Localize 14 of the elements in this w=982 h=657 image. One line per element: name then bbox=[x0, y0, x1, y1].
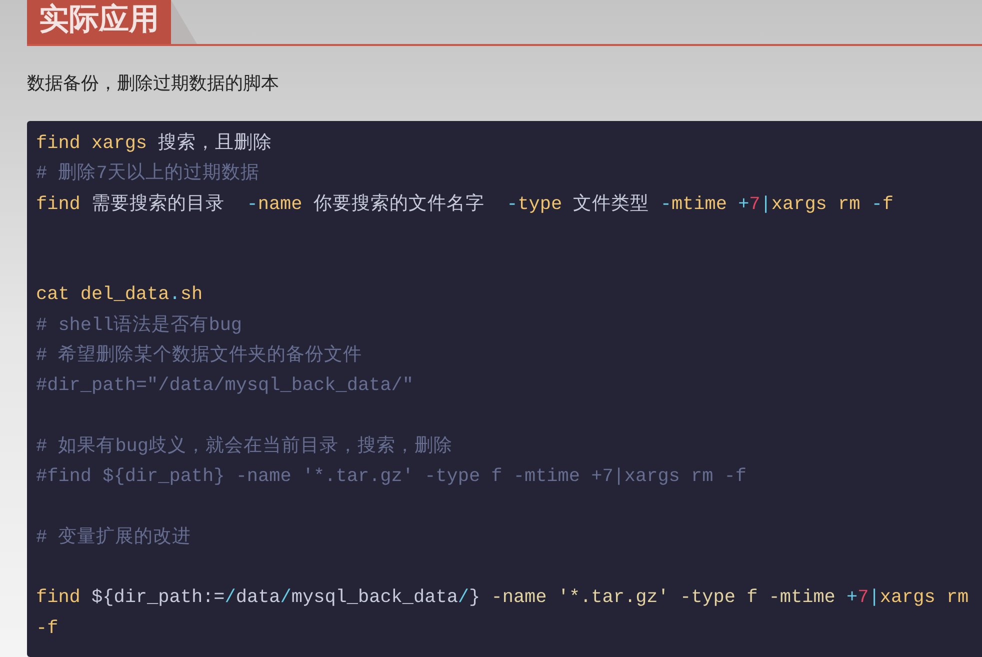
code-line: # 删除7天以上的过期数据 bbox=[36, 162, 260, 186]
code-line: find ${dir_path:=/data/mysql_back_data/} -name '*.tar.gz' -type f -mtime +7|xargs rm -f bbox=[36, 586, 970, 641]
folded-corner-icon bbox=[171, 0, 197, 44]
code-line: find 需要搜索的目录 -name 你要搜索的文件名字 -type 文件类型 -mtime +7|xargs rm -f bbox=[36, 192, 894, 217]
code-line: # 变量扩展的改进 bbox=[36, 526, 192, 550]
code-line: cat del_data.sh bbox=[36, 283, 203, 308]
intro-text: 数据备份，删除过期数据的脚本 bbox=[27, 72, 280, 95]
code-line: # 如果有bug歧义，就会在当前目录，搜索，删除 bbox=[36, 434, 453, 459]
code-line: # shell语法是否有bug bbox=[36, 314, 242, 338]
code-line: #dir_path="/data/mysql_back_data/" bbox=[36, 374, 414, 398]
code-line: # 希望删除某个数据文件夹的备份文件 bbox=[36, 344, 362, 368]
section-heading: 实际应用 bbox=[27, 0, 171, 44]
code-line: find xargs 搜索，且删除 bbox=[36, 132, 272, 156]
code-line: #find ${dir_path} -name '*.tar.gz' -type f -mtime +7|xargs rm -f bbox=[36, 465, 747, 490]
